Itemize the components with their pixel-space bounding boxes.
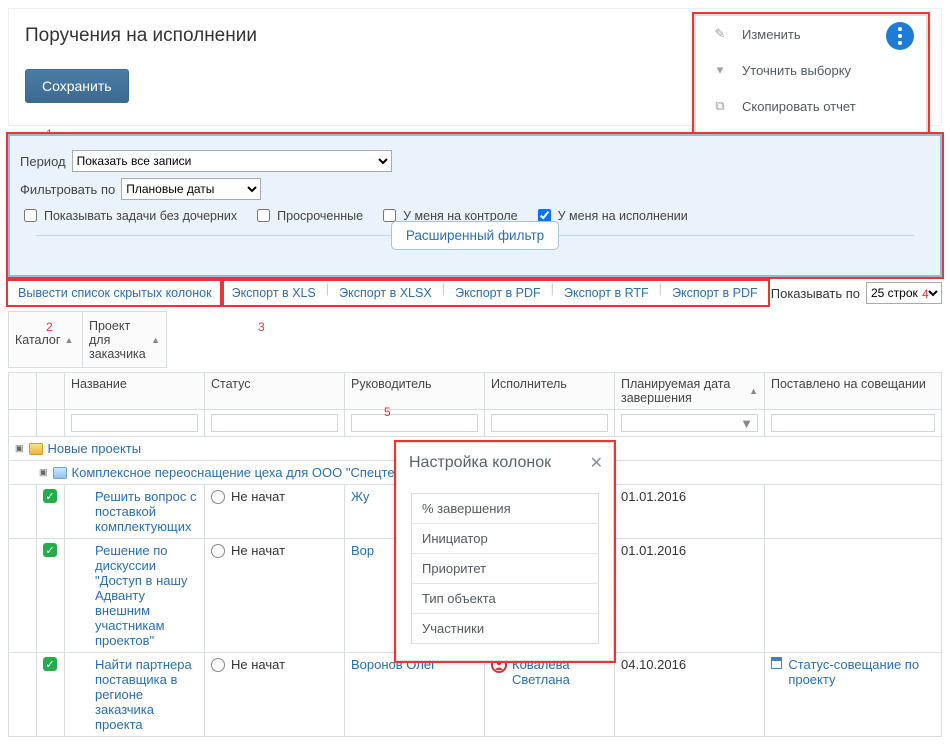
show-per-label: Показывать по: [771, 286, 860, 301]
filter-manager[interactable]: [351, 414, 478, 432]
export-pdf-button[interactable]: Экспорт в PDF: [445, 281, 551, 305]
popup-title: Настройка колонок: [409, 454, 551, 472]
check-icon: ✓: [43, 489, 57, 503]
filter-status[interactable]: [211, 414, 338, 432]
check-no-children[interactable]: Показывать задачи без дочерних: [20, 206, 237, 225]
callout-4: 4: [922, 287, 929, 301]
manager-link[interactable]: Вор: [351, 543, 374, 558]
status-icon: [211, 490, 225, 504]
calendar-icon: [771, 657, 782, 669]
status-icon: [211, 544, 225, 558]
filterby-select[interactable]: Плановые даты: [121, 178, 261, 200]
folder-icon: [29, 443, 43, 455]
ctx-refine[interactable]: ▾Уточнить выборку: [696, 52, 926, 88]
status-icon: [211, 658, 225, 672]
export-rtf-button[interactable]: Экспорт в RTF: [554, 281, 659, 305]
check-icon: ✓: [43, 657, 57, 671]
filterby-label: Фильтровать по: [20, 182, 115, 197]
col-option[interactable]: Тип объекта: [412, 584, 598, 614]
col-option[interactable]: Инициатор: [412, 524, 598, 554]
task-link[interactable]: Найти партнера поставщика в регионе зака…: [95, 657, 198, 732]
close-icon[interactable]: ✕: [590, 453, 603, 473]
more-actions-button[interactable]: [886, 22, 914, 50]
group-project-header[interactable]: Проект для заказчика▲: [83, 312, 167, 368]
filter-due[interactable]: ▼: [621, 414, 758, 432]
col-option[interactable]: Приоритет: [412, 554, 598, 584]
manager-link[interactable]: Жу: [351, 489, 369, 504]
expand-icon: ▣: [39, 467, 48, 478]
funnel-icon: ▾: [710, 62, 730, 78]
callout-2: 2: [46, 320, 53, 334]
assignee-link[interactable]: Ковалева Светлана: [512, 657, 608, 687]
period-select[interactable]: Показать все записи: [72, 150, 392, 172]
filter-title[interactable]: [71, 414, 198, 432]
callout-5: 5: [384, 405, 391, 419]
col-title[interactable]: Название: [65, 373, 205, 410]
callout-3: 3: [258, 320, 265, 334]
col-due[interactable]: Планируемая дата завершения▲: [615, 373, 765, 410]
task-link[interactable]: Решить вопрос с поставкой комплектующих: [95, 489, 198, 534]
expand-icon: ▣: [15, 443, 24, 454]
toolbar: Вывести список скрытых колонок Экспорт в…: [8, 281, 942, 305]
pencil-icon: ✎: [710, 26, 730, 42]
filter-assignee[interactable]: [491, 414, 608, 432]
subfolder-icon: [53, 467, 67, 479]
col-meeting[interactable]: Поставлено на совещании: [765, 373, 942, 410]
sort-asc-icon: ▲: [151, 335, 160, 345]
save-button[interactable]: Сохранить: [25, 69, 129, 103]
export-pdf2-button[interactable]: Экспорт в PDF: [662, 281, 768, 305]
period-label: Период: [20, 154, 66, 169]
filter-meeting[interactable]: [771, 414, 935, 432]
table-row: ✓ Найти партнера поставщика в регионе за…: [9, 653, 942, 737]
export-xlsx-button[interactable]: Экспорт в XLSX: [329, 281, 442, 305]
export-xls-button[interactable]: Экспорт в XLS: [222, 281, 326, 305]
sort-asc-icon: ▲: [64, 335, 73, 345]
col-assignee[interactable]: Исполнитель: [485, 373, 615, 410]
show-hidden-columns-button[interactable]: Вывести список скрытых колонок: [8, 281, 222, 305]
copy-icon: ⧉: [710, 98, 730, 114]
filter-panel: Период Показать все записи Фильтровать п…: [8, 134, 942, 277]
col-option[interactable]: % завершения: [412, 494, 598, 524]
column-settings-popup: Настройка колонок ✕ % завершения Инициат…: [396, 442, 614, 661]
col-option[interactable]: Участники: [412, 614, 598, 643]
sort-asc-icon: ▲: [749, 386, 758, 396]
check-icon: ✓: [43, 543, 57, 557]
task-link[interactable]: Решение по дискуссии "Доступ в нашу Адва…: [95, 543, 198, 648]
group-header-table: Каталог▲ Проект для заказчика▲: [8, 311, 167, 368]
advanced-filter-button[interactable]: Расширенный фильтр: [391, 221, 559, 250]
meeting-link[interactable]: Статус-совещание по проекту: [788, 657, 935, 687]
show-per-select[interactable]: 25 строк: [866, 282, 942, 304]
col-status[interactable]: Статус: [205, 373, 345, 410]
check-overdue[interactable]: Просроченные: [253, 206, 363, 225]
ctx-copy[interactable]: ⧉Скопировать отчет: [696, 88, 926, 124]
col-manager[interactable]: Руководитель: [345, 373, 485, 410]
